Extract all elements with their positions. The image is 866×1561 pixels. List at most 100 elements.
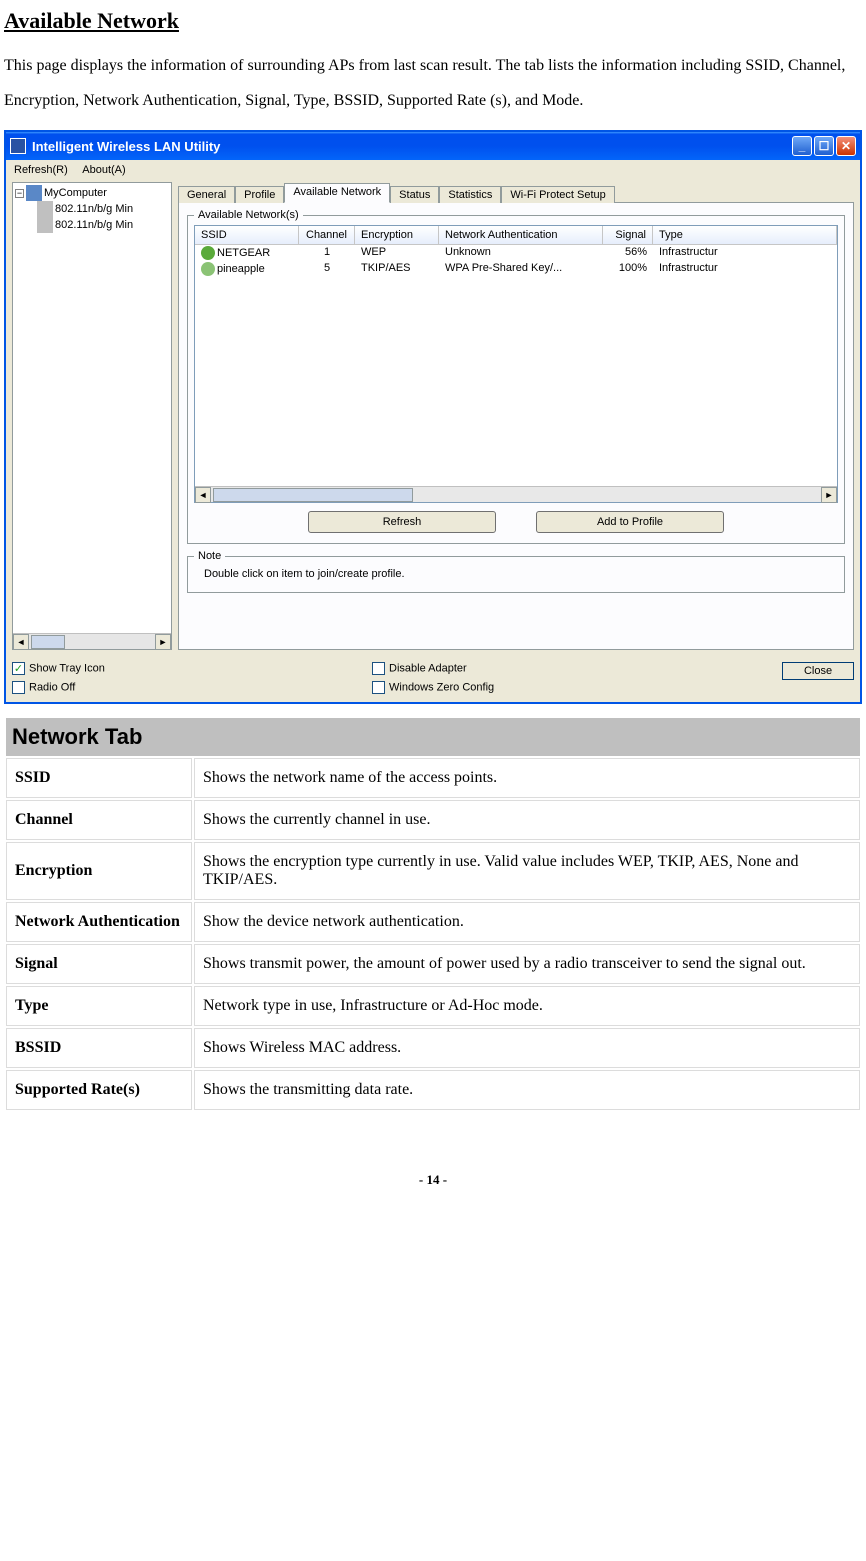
- tab-body: Available Network(s) SSID Channel Encryp…: [178, 202, 854, 650]
- desc-val: Shows the network name of the access poi…: [194, 758, 860, 798]
- intro-text: This page displays the information of su…: [4, 48, 862, 118]
- page-title: Available Network: [4, 8, 862, 34]
- desc-key: Type: [6, 986, 192, 1026]
- col-channel[interactable]: Channel: [299, 226, 355, 244]
- cell-channel: 1: [299, 246, 355, 260]
- window-title: Intelligent Wireless LAN Utility: [32, 139, 792, 154]
- desc-key: Network Authentication: [6, 902, 192, 942]
- app-icon: [10, 138, 26, 154]
- desc-key: Supported Rate(s): [6, 1070, 192, 1110]
- table-row: EncryptionShows the encryption type curr…: [6, 842, 860, 900]
- cell-signal: 100%: [603, 262, 653, 276]
- col-ssid[interactable]: SSID: [195, 226, 299, 244]
- tree-item[interactable]: 802.11n/b/g Min: [37, 217, 169, 233]
- table-row: SSIDShows the network name of the access…: [6, 758, 860, 798]
- cell-ssid: NETGEAR: [217, 247, 270, 259]
- title-bar[interactable]: Intelligent Wireless LAN Utility _ ☐ ✕: [6, 132, 860, 160]
- cell-encryption: WEP: [355, 246, 439, 260]
- tab-general[interactable]: General: [178, 186, 235, 203]
- app-window: Intelligent Wireless LAN Utility _ ☐ ✕ R…: [4, 130, 862, 704]
- description-section: Network Tab SSIDShows the network name o…: [4, 716, 862, 1112]
- desc-val: Network type in use, Infrastructure or A…: [194, 986, 860, 1026]
- close-window-button[interactable]: ✕: [836, 136, 856, 156]
- network-row[interactable]: pineapple 5 TKIP/AES WPA Pre-Shared Key/…: [195, 261, 837, 277]
- checkbox-label: Windows Zero Config: [389, 682, 494, 694]
- network-list[interactable]: SSID Channel Encryption Network Authenti…: [194, 225, 838, 503]
- scroll-right-icon[interactable]: ►: [821, 487, 837, 503]
- description-table: Network Tab SSIDShows the network name o…: [4, 716, 862, 1112]
- checkbox-icon: [12, 681, 25, 694]
- desc-val: Show the device network authentication.: [194, 902, 860, 942]
- cell-signal: 56%: [603, 246, 653, 260]
- tree-item[interactable]: 802.11n/b/g Min: [37, 201, 169, 217]
- checkbox-icon: [372, 662, 385, 675]
- desc-val: Shows the encryption type currently in u…: [194, 842, 860, 900]
- col-signal[interactable]: Signal: [603, 226, 653, 244]
- network-row[interactable]: NETGEAR 1 WEP Unknown 56% Infrastructur: [195, 245, 837, 261]
- tab-profile[interactable]: Profile: [235, 186, 284, 203]
- menu-refresh[interactable]: Refresh(R): [14, 164, 68, 176]
- computer-icon: [26, 185, 42, 201]
- tree-collapse-icon[interactable]: −: [15, 189, 24, 198]
- checkbox-label: Radio Off: [29, 682, 75, 694]
- desc-key: Channel: [6, 800, 192, 840]
- desc-val: Shows the currently channel in use.: [194, 800, 860, 840]
- checkbox-label: Disable Adapter: [389, 663, 467, 675]
- cell-auth: WPA Pre-Shared Key/...: [439, 262, 603, 276]
- checkbox-icon: ✓: [12, 662, 25, 675]
- tab-wps[interactable]: Wi-Fi Protect Setup: [501, 186, 614, 203]
- tree-root-label: MyComputer: [44, 187, 107, 199]
- scroll-thumb[interactable]: [213, 488, 413, 502]
- desc-val: Shows transmit power, the amount of powe…: [194, 944, 860, 984]
- table-row: SignalShows transmit power, the amount o…: [6, 944, 860, 984]
- note-label: Note: [194, 550, 225, 562]
- desc-key: Encryption: [6, 842, 192, 900]
- scroll-left-icon[interactable]: ◄: [195, 487, 211, 503]
- close-button[interactable]: Close: [782, 662, 854, 680]
- desc-val: Shows Wireless MAC address.: [194, 1028, 860, 1068]
- col-auth[interactable]: Network Authentication: [439, 226, 603, 244]
- tab-statistics[interactable]: Statistics: [439, 186, 501, 203]
- scroll-thumb[interactable]: [31, 635, 65, 649]
- desc-key: Signal: [6, 944, 192, 984]
- col-encryption[interactable]: Encryption: [355, 226, 439, 244]
- desc-val: Shows the transmitting data rate.: [194, 1070, 860, 1110]
- tree-h-scrollbar[interactable]: ◄ ►: [13, 633, 171, 649]
- show-tray-checkbox[interactable]: ✓ Show Tray Icon: [12, 662, 372, 675]
- tree-panel: − MyComputer 802.11n/b/g Min 802.11n/b/g…: [12, 182, 172, 650]
- wifi-secure-icon: [201, 246, 215, 260]
- desc-header: Network Tab: [6, 718, 860, 756]
- disable-adapter-checkbox[interactable]: Disable Adapter: [372, 662, 494, 675]
- desc-key: BSSID: [6, 1028, 192, 1068]
- cell-ssid: pineapple: [217, 263, 265, 275]
- col-type[interactable]: Type: [653, 226, 837, 244]
- tab-strip: General Profile Available Network Status…: [178, 183, 854, 203]
- minimize-button[interactable]: _: [792, 136, 812, 156]
- refresh-button[interactable]: Refresh: [308, 511, 496, 533]
- checkbox-label: Show Tray Icon: [29, 663, 105, 675]
- scroll-right-icon[interactable]: ►: [155, 634, 171, 650]
- cell-encryption: TKIP/AES: [355, 262, 439, 276]
- group-label: Available Network(s): [194, 209, 303, 221]
- maximize-button[interactable]: ☐: [814, 136, 834, 156]
- cell-type: Infrastructur: [653, 262, 837, 276]
- tree-item-label: 802.11n/b/g Min: [55, 203, 133, 215]
- list-header[interactable]: SSID Channel Encryption Network Authenti…: [195, 226, 837, 245]
- list-h-scrollbar[interactable]: ◄ ►: [195, 486, 837, 502]
- tree-root[interactable]: − MyComputer: [15, 185, 169, 201]
- menu-about[interactable]: About(A): [82, 164, 125, 176]
- adapter-icon: [37, 217, 53, 233]
- tab-status[interactable]: Status: [390, 186, 439, 203]
- menu-bar: Refresh(R) About(A): [6, 160, 860, 180]
- cell-type: Infrastructur: [653, 246, 837, 260]
- wifi-icon: [201, 262, 215, 276]
- cell-auth: Unknown: [439, 246, 603, 260]
- adapter-icon: [37, 201, 53, 217]
- add-to-profile-button[interactable]: Add to Profile: [536, 511, 724, 533]
- tab-available-network[interactable]: Available Network: [284, 183, 390, 203]
- wzc-checkbox[interactable]: Windows Zero Config: [372, 681, 494, 694]
- available-networks-group: Available Network(s) SSID Channel Encryp…: [187, 209, 845, 544]
- radio-off-checkbox[interactable]: Radio Off: [12, 681, 372, 694]
- scroll-left-icon[interactable]: ◄: [13, 634, 29, 650]
- table-row: TypeNetwork type in use, Infrastructure …: [6, 986, 860, 1026]
